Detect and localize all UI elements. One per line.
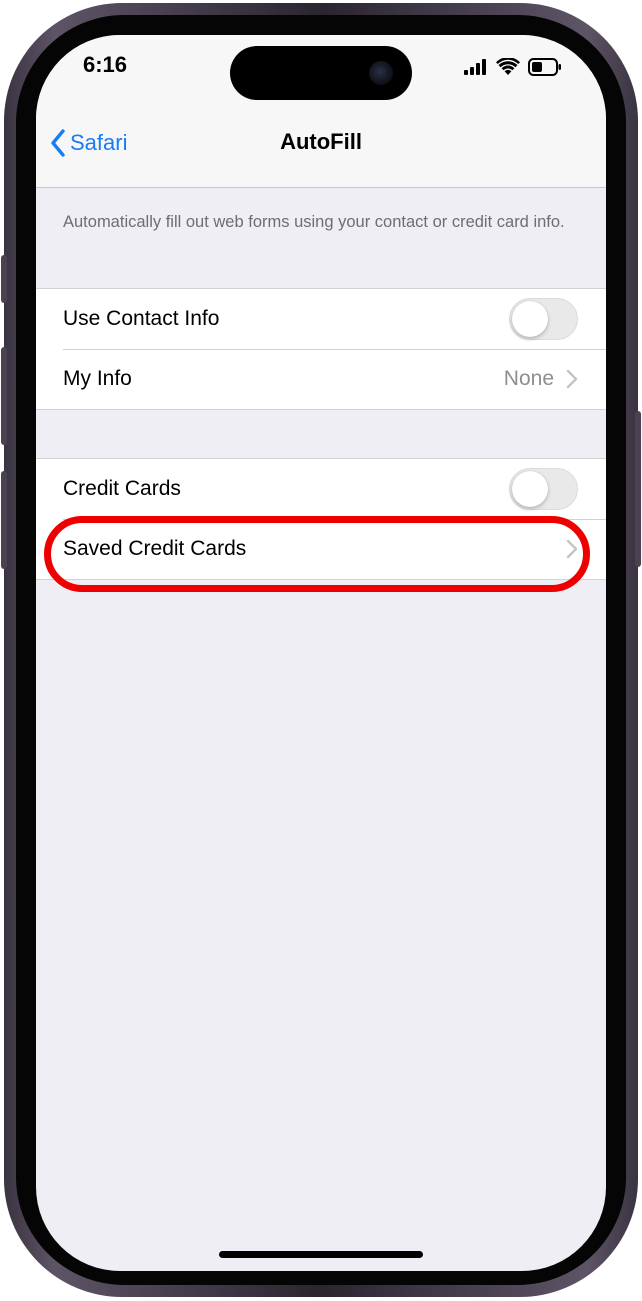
my-info-value: None bbox=[503, 367, 554, 390]
use-contact-info-row: Use Contact Info bbox=[36, 289, 606, 349]
status-icons bbox=[464, 55, 562, 79]
contact-settings-group: Use Contact Info My Info None bbox=[36, 288, 606, 410]
toggle-knob bbox=[512, 471, 548, 507]
dynamic-island bbox=[230, 46, 412, 100]
volume-up-button bbox=[1, 347, 7, 445]
cellular-signal-icon bbox=[464, 59, 486, 75]
home-indicator[interactable] bbox=[219, 1251, 423, 1258]
use-contact-info-toggle[interactable] bbox=[509, 298, 578, 340]
saved-credit-cards-row[interactable]: Saved Credit Cards bbox=[36, 519, 606, 579]
status-time: 6:16 bbox=[83, 52, 128, 77]
credit-cards-row: Credit Cards bbox=[36, 459, 606, 519]
chevron-right-icon bbox=[566, 369, 578, 389]
saved-credit-cards-label: Saved Credit Cards bbox=[63, 537, 247, 560]
credit-card-settings-group: Credit Cards Saved Credit Cards bbox=[36, 458, 606, 580]
wifi-icon bbox=[496, 58, 520, 75]
my-info-label: My Info bbox=[63, 367, 132, 390]
battery-icon bbox=[528, 58, 561, 76]
front-camera bbox=[369, 61, 393, 85]
my-info-row[interactable]: My Info None bbox=[36, 349, 606, 409]
status-bar: 6:16 bbox=[36, 35, 606, 115]
toggle-knob bbox=[512, 301, 548, 337]
volume-down-button bbox=[1, 471, 7, 569]
power-button bbox=[635, 411, 641, 567]
credit-cards-label: Credit Cards bbox=[63, 477, 181, 500]
section-description: Automatically fill out web forms using y… bbox=[63, 213, 565, 231]
navigation-bar: Safari AutoFill bbox=[36, 115, 606, 188]
credit-cards-toggle[interactable] bbox=[509, 468, 578, 510]
screen: 6:16 Safari AutoFill Automatically fill … bbox=[36, 35, 606, 1271]
page-title: AutoFill bbox=[280, 129, 362, 154]
action-button bbox=[1, 255, 7, 303]
chevron-right-icon bbox=[566, 539, 578, 559]
use-contact-info-label: Use Contact Info bbox=[63, 307, 220, 330]
